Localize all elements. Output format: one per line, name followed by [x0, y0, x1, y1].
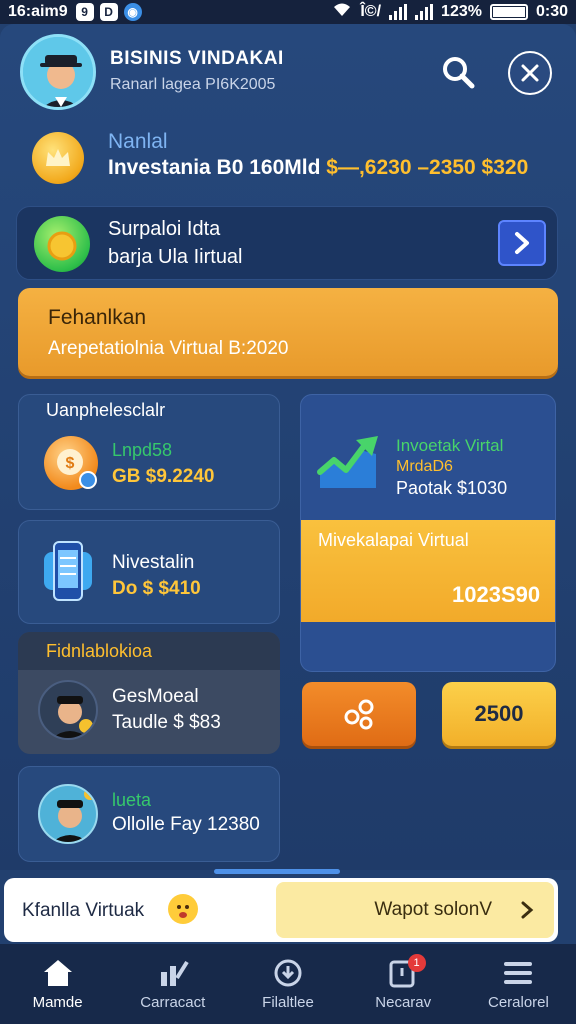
left-card-4-title: lueta — [112, 790, 152, 810]
signal-icon — [389, 4, 408, 20]
search-button[interactable] — [436, 50, 480, 94]
nav-label-download: Filaltlee — [262, 993, 314, 1011]
orange-banner-title: Fehanlkan — [48, 306, 147, 329]
app-status-icon: ◉ — [123, 3, 142, 21]
notification-badge-2: D — [99, 3, 118, 21]
nav-label-chart: Carracact — [140, 993, 206, 1011]
status-bar: 16:aim9 9 D ◉ Î©/ 123% 0:30 — [0, 0, 576, 24]
nav-item-chart[interactable]: Carracact — [115, 944, 230, 1024]
orange-banner-text: Arepetatiolnia Virtual B:2020 — [48, 338, 289, 359]
left-card-2-value: Do $ $410 — [112, 578, 201, 599]
battery-percent: 123% — [441, 3, 482, 20]
close-button[interactable] — [508, 51, 552, 95]
nav-item-notifications[interactable]: 1 Necarav — [346, 944, 461, 1024]
left-card-4-value: Ollolle Fay 12380 — [112, 814, 260, 835]
investment-card-yellow-label: Mivekalapai Virtual — [318, 530, 469, 550]
notification-badge: 1 — [407, 954, 426, 972]
investment-label: Nanlal — [108, 130, 168, 153]
nav-label-notifications: Necarav — [375, 993, 432, 1011]
amount-button[interactable]: 2500 — [442, 682, 556, 746]
promo-line1: Surpaloi Idta — [108, 218, 221, 240]
section-label-1: Uanphelesclalr — [46, 400, 166, 420]
status-time: 16:aim9 — [8, 3, 68, 20]
left-card-2-title: Nivestalin — [112, 552, 195, 573]
signal-icon-2 — [415, 4, 434, 20]
emoji-icon — [168, 894, 198, 924]
home-icon — [43, 959, 72, 986]
orange-banner[interactable] — [18, 288, 558, 376]
phone-glyph — [44, 541, 92, 601]
svg-text:$: $ — [66, 455, 75, 472]
left-card-1-value: GB $9.2240 — [112, 466, 215, 487]
emoji-glyph — [177, 905, 189, 918]
header-subtitle: Ranarl lagea PI6K2005 — [110, 76, 276, 93]
section-label-2: Fidnlablokioa — [46, 641, 153, 661]
header-title: BISINIS VINDAKAI — [110, 48, 284, 69]
investment-text-main: Investania B0 160Mld — [108, 156, 321, 179]
promo-arrow-button[interactable] — [498, 220, 546, 266]
share-icon — [344, 699, 374, 730]
left-card-3-value: Taudle $ $83 — [112, 712, 221, 733]
investment-card-yellow-value: 1023S90 — [452, 582, 541, 607]
coin-icon — [32, 132, 84, 184]
banner-cta-label: Wapot solonV — [374, 899, 492, 920]
coin-green-icon — [34, 216, 90, 272]
wifi-icon — [332, 2, 352, 23]
nav-label-home: Mamde — [32, 993, 83, 1011]
close-icon — [521, 64, 539, 82]
user-avatar-2 — [38, 784, 98, 844]
nav-label-menu: Ceralorel — [487, 993, 549, 1011]
chevron-right-icon — [515, 232, 529, 254]
scroll-indicator — [214, 869, 340, 874]
share-button[interactable] — [302, 682, 416, 746]
investment-card-title: Invoetak Virtal — [396, 436, 504, 455]
investment-card-subtitle: MrdaD6 — [396, 458, 453, 475]
nav-item-menu[interactable]: Ceralorel — [461, 944, 576, 1024]
notification-badge-1: 9 — [75, 3, 94, 21]
status-clock: 0:30 — [535, 3, 568, 20]
left-card-3-title: GesMoeal — [112, 686, 199, 707]
growth-chart-icon — [316, 432, 384, 492]
promo-line2: barja Ula Iirtual — [108, 246, 243, 268]
coin-dollar-icon: $ — [44, 436, 98, 490]
chevron-right-icon — [521, 901, 534, 919]
download-icon — [274, 959, 302, 986]
status-right: Î©/ 123% 0:30 — [332, 2, 568, 23]
phone-icon — [40, 538, 96, 604]
promo-card[interactable] — [16, 206, 558, 280]
investment-amount: $—,6230 –2350 $320 — [326, 156, 529, 179]
crown-glyph — [46, 149, 70, 166]
profile-avatar[interactable] — [20, 34, 96, 110]
bottom-banner-text: Kfanlla Virtuak — [22, 900, 145, 921]
signal-text: Î©/ — [360, 3, 382, 20]
bottom-nav: Mamde Carracact Filaltlee 1 Necarav Cera… — [0, 944, 576, 1024]
search-icon — [443, 57, 475, 89]
coin-glyph — [47, 231, 77, 261]
chart-icon — [160, 960, 189, 986]
battery-icon — [489, 4, 528, 20]
dollar-glyph: $ — [57, 449, 97, 489]
left-card-1-title: Lnpd58 — [112, 440, 173, 460]
user-avatar-1 — [38, 680, 98, 740]
nav-item-download[interactable]: Filaltlee — [230, 944, 345, 1024]
investment-card-detail: Paotak $1030 — [396, 478, 508, 498]
investment-text: Investania B0 160Mld $—,6230 –2350 $320 — [108, 156, 528, 180]
nav-item-home[interactable]: Mamde — [0, 944, 115, 1024]
menu-icon — [504, 961, 533, 984]
banner-cta-button[interactable]: Wapot solonV — [276, 882, 554, 938]
growth-glyph — [317, 436, 378, 488]
